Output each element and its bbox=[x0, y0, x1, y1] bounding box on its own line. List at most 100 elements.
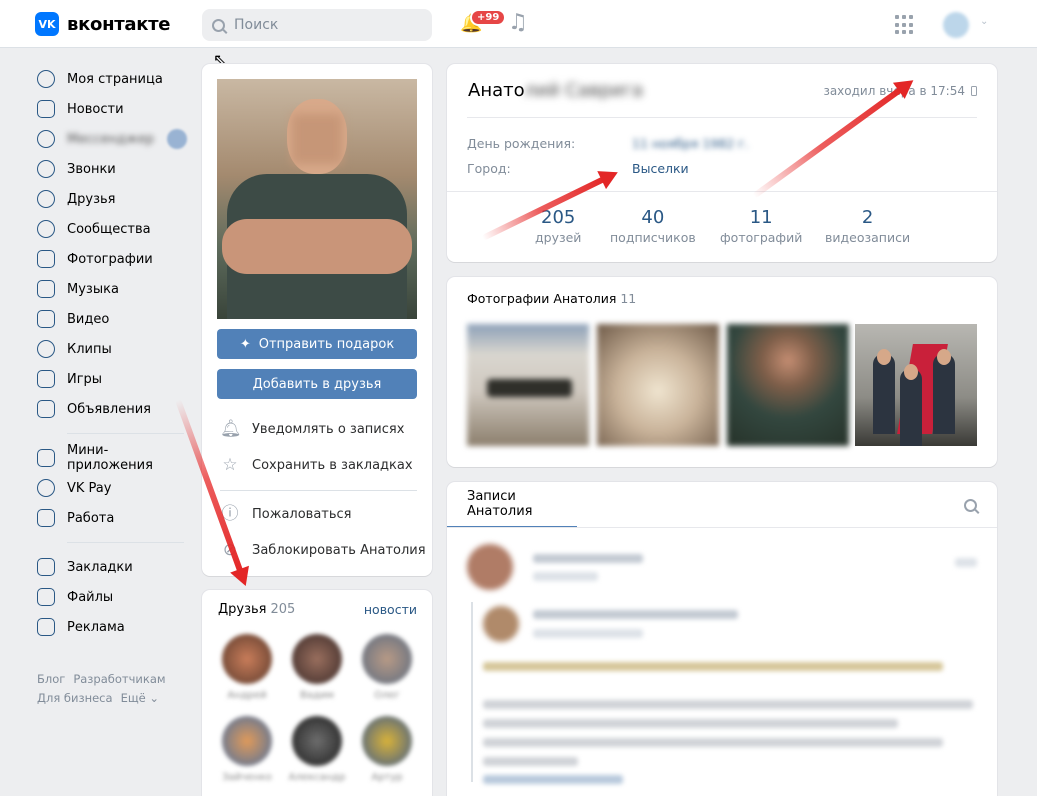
search-input[interactable]: Поиск bbox=[202, 9, 432, 41]
menu-item-clips[interactable]: Клипы bbox=[37, 334, 187, 364]
block-label: Заблокировать Анатолия bbox=[252, 542, 426, 558]
friends-icon bbox=[37, 190, 55, 208]
post-author-name bbox=[533, 554, 643, 563]
birthday-value[interactable]: 11 ноября 1982 г. bbox=[632, 136, 749, 151]
friend-item[interactable]: Зайченко bbox=[216, 716, 278, 783]
repost-avatar[interactable] bbox=[483, 606, 519, 642]
photos-title[interactable]: Фотографии Анатолия 11 bbox=[467, 291, 636, 306]
footer-link-blog[interactable]: Блог bbox=[37, 672, 65, 686]
menu-item-calls[interactable]: Звонки bbox=[37, 154, 187, 184]
news-icon bbox=[37, 100, 55, 118]
profile-photo[interactable] bbox=[217, 79, 417, 319]
counter-followers[interactable]: 40 подписчиков bbox=[610, 207, 696, 245]
bookmark-label: Сохранить в закладках bbox=[252, 457, 413, 473]
add-friend-button[interactable]: Добавить в друзья bbox=[217, 369, 417, 399]
menu-label: Мини-приложения bbox=[67, 443, 153, 473]
profile-photo-card: ✦ Отправить подарок Добавить в друзья 🔔︎ У… bbox=[202, 64, 432, 576]
tab-posts[interactable]: Записи Анатолия bbox=[447, 482, 577, 528]
photos-title-text: Фотографии Анатолия bbox=[467, 291, 617, 306]
friend-item[interactable]: Артур bbox=[356, 716, 418, 783]
friend-item[interactable]: Александр bbox=[286, 716, 348, 783]
menu-item-advertising[interactable]: Реклама bbox=[37, 612, 187, 642]
counters-divider bbox=[447, 191, 997, 192]
clips-icon bbox=[37, 340, 55, 358]
counter-videos[interactable]: 2 видеозаписи bbox=[825, 207, 910, 245]
menu-label: VK Pay bbox=[67, 480, 112, 496]
user-avatar[interactable] bbox=[943, 12, 969, 38]
photo-thumbnail[interactable] bbox=[727, 324, 849, 446]
notify-posts-action[interactable]: 🔔︎ Уведомлять о записях bbox=[220, 419, 404, 439]
friend-item[interactable]: Андрей bbox=[216, 634, 278, 701]
menu-item-friends[interactable]: Друзья bbox=[37, 184, 187, 214]
friends-news-link[interactable]: новости bbox=[364, 602, 417, 617]
send-gift-label: Отправить подарок bbox=[258, 336, 395, 352]
menu-item-my-page[interactable]: Моя страница bbox=[37, 64, 187, 94]
footer-link-business[interactable]: Для бизнеса bbox=[37, 691, 113, 705]
city-value[interactable]: Выселки bbox=[632, 161, 689, 176]
repost-author bbox=[533, 610, 738, 619]
photo-thumbnail[interactable] bbox=[597, 324, 719, 446]
friends-title[interactable]: Друзья 205 bbox=[218, 602, 295, 617]
show-more-link[interactable] bbox=[483, 775, 623, 784]
report-label: Пожаловаться bbox=[252, 506, 352, 522]
menu-item-mini-apps[interactable]: Мини-приложения bbox=[37, 443, 187, 473]
menu-item-bookmarks[interactable]: Закладки bbox=[37, 552, 187, 582]
star-icon: ☆ bbox=[222, 455, 238, 475]
counter-friends[interactable]: 205 друзей bbox=[535, 207, 581, 245]
vk-logo-icon: VK bbox=[35, 12, 59, 36]
vk-logo[interactable]: VK вконтакте bbox=[35, 12, 170, 36]
menu-item-music[interactable]: Музыка bbox=[37, 274, 187, 304]
post-text-line bbox=[483, 662, 943, 671]
counter-photos[interactable]: 11 фотографий bbox=[720, 207, 802, 245]
block-action[interactable]: ⊘Заблокировать Анатолия bbox=[220, 540, 426, 560]
info-divider bbox=[467, 117, 977, 118]
menu-item-files[interactable]: Файлы bbox=[37, 582, 187, 612]
menu-item-ads[interactable]: Объявления bbox=[37, 394, 187, 424]
music-icon[interactable]: ♫ bbox=[508, 10, 528, 35]
photo-thumbnail[interactable] bbox=[855, 324, 977, 446]
menu-item-video[interactable]: Видео bbox=[37, 304, 187, 334]
ads-icon bbox=[37, 400, 55, 418]
menu-label: Закладки bbox=[67, 559, 133, 575]
menu-item-news[interactable]: Новости bbox=[37, 94, 187, 124]
photos-icon bbox=[37, 250, 55, 268]
name-blurred: лий Саврига bbox=[524, 80, 644, 101]
friend-name: Вадим bbox=[300, 690, 334, 701]
post-author-avatar[interactable] bbox=[467, 544, 513, 590]
friend-item[interactable]: Олег bbox=[356, 634, 418, 701]
menu-item-games[interactable]: Игры bbox=[37, 364, 187, 394]
send-gift-button[interactable]: ✦ Отправить подарок bbox=[217, 329, 417, 359]
post-text-line bbox=[483, 719, 898, 728]
ad-icon bbox=[37, 618, 55, 636]
report-action[interactable]: ⓘ Пожаловаться bbox=[220, 504, 352, 524]
menu-item-messenger[interactable]: Мессенджер bbox=[37, 124, 187, 154]
friends-count: 205 bbox=[270, 602, 296, 617]
photo-thumbnail[interactable] bbox=[467, 324, 589, 446]
search-icon[interactable] bbox=[964, 499, 977, 512]
more-icon[interactable] bbox=[955, 558, 977, 567]
footer-link-more[interactable]: Ещё ⌄ bbox=[121, 691, 159, 705]
footer-links: Блог Разработчикам Для бизнеса Ещё ⌄ bbox=[37, 670, 187, 708]
footer-link-developers[interactable]: Разработчикам bbox=[73, 672, 165, 686]
top-header: VK вконтакте Поиск 🔔 +99 ♫ ⌄ bbox=[0, 0, 1037, 48]
user-circle-icon bbox=[37, 70, 55, 88]
apps-grid-icon[interactable] bbox=[895, 15, 915, 35]
menu-item-photos[interactable]: Фотографии bbox=[37, 244, 187, 274]
save-bookmark-action[interactable]: ☆ Сохранить в закладках bbox=[220, 455, 413, 475]
friend-item[interactable]: Вадим bbox=[286, 634, 348, 701]
friends-card: Друзья 205 новости Андрей Вадим Олег Зайч… bbox=[202, 590, 432, 796]
menu-label: Объявления bbox=[67, 401, 151, 417]
friend-name: Александр bbox=[288, 772, 346, 783]
birthday-label: День рождения: bbox=[467, 136, 576, 151]
menu-item-vkpay[interactable]: VK Pay bbox=[37, 473, 187, 503]
counter-label: фотографий bbox=[720, 230, 803, 245]
city-row: Город: Выселки bbox=[467, 161, 689, 176]
chevron-down-icon[interactable]: ⌄ bbox=[980, 16, 988, 27]
video-icon bbox=[37, 310, 55, 328]
menu-item-work[interactable]: Работа bbox=[37, 503, 187, 533]
photos-count: 11 bbox=[620, 291, 637, 306]
mobile-icon bbox=[971, 86, 977, 96]
menu-item-communities[interactable]: Сообщества bbox=[37, 214, 187, 244]
menu-label: Реклама bbox=[67, 619, 125, 635]
repost-date bbox=[533, 629, 643, 638]
